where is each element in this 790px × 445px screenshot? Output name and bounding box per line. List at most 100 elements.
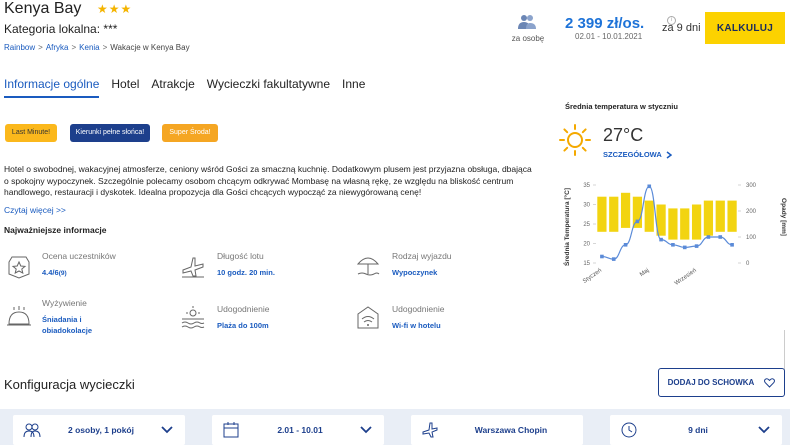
breadcrumb-rainbow[interactable]: Rainbow [4,43,35,52]
chevron-down-icon [360,426,372,434]
read-more-link[interactable]: Czytaj więcej >> [4,205,66,215]
persons-icon [23,423,41,438]
chart-ytick-right: 300 [746,183,757,189]
key-info-title: Najważniejsze informacje [4,225,107,235]
chart-ytick-left: 15 [583,261,590,267]
chart-bar [668,208,678,240]
chart-precip-point [671,243,675,247]
badge-last-minute[interactable]: Last Minute! [5,124,57,142]
chart-bar [703,200,714,236]
chart-bar [620,192,631,228]
breadcrumb-afryka[interactable]: Afryka [46,43,69,52]
rating-value: 4.4/6(9) [42,267,67,279]
chart-precip-point [706,235,711,239]
flight-value: 10 godz. 20 min. [217,268,275,277]
breadcrumb-kenia[interactable]: Kenia [79,43,99,52]
chart-precip-point [623,243,628,247]
beach-umbrella-icon [356,257,380,276]
hotel-description: Hotel o swobodnej, wakacyjnej atmosferze… [4,164,532,197]
wifi-icon [357,306,379,329]
persons-icon [518,15,536,29]
rating-label: Ocena uczestników [42,251,116,261]
calendar-icon [223,422,239,438]
rating-score: 4.4/6 [42,268,59,277]
chart-xtick-label: Wrzesień [674,268,698,287]
chart-bar [691,204,702,240]
breadcrumb-current: Wakacje w Kenya Bay [110,43,190,52]
chart-ytick-right: 200 [746,209,757,215]
tab-other[interactable]: Inne [342,77,365,98]
persons-dropdown[interactable]: 2 osoby, 1 pokój [13,415,185,445]
rating-star-icon [8,256,30,279]
chart-precip-point [730,243,734,247]
breadcrumb-separator: > [102,43,108,52]
tab-attractions[interactable]: Atrakcje [151,77,194,98]
chart-ytick-left: 25 [583,222,590,228]
trip-type-label: Rodzaj wyjazdu [392,251,452,261]
chart-bar [727,200,737,232]
badge-super-wednesday[interactable]: Super Środa! [162,124,218,142]
chart-precip-point [682,245,687,250]
flight-label: Długość lotu [217,251,264,261]
chart-precip-point [718,235,723,239]
rating-count: (9) [58,270,67,277]
weather-details-link[interactable]: SZCZEGÓŁOWA [603,150,672,159]
airport-value: Warszawa Chopin [474,425,548,435]
chart-ytick-left: 35 [583,183,590,189]
chart-xtick-label: Styczeń [582,268,603,285]
chart-ytick-left: 30 [583,203,590,209]
breadcrumb: Rainbow > Afryka > Kenia > Wakacje w Ken… [4,43,190,52]
duration-dropdown[interactable]: 9 dni [610,415,782,445]
beach-label: Udogodnienie [217,304,270,314]
tab-excursions[interactable]: Wycieczki fakultatywne [207,77,330,98]
sea-sun-icon [181,306,205,329]
weather-title: Średnia temperatura w styczniu [565,102,678,111]
chart-precip-point [647,184,652,189]
price: 2 399 zł/os. [565,15,645,32]
chart-bar [597,196,607,232]
persons-value: 2 osoby, 1 pokój [68,425,134,435]
add-to-clipboard-button[interactable]: DODAJ DO SCHOWKA [658,368,785,397]
trip-type-value: Wypoczynek [392,268,438,277]
beach-value: Plaża do 100m [217,321,269,330]
chart-bar [715,200,725,232]
chart-ylabel-left: Średnia Temperatura [°C] [562,188,571,266]
dates-dropdown[interactable]: 2.01 - 10.01 [212,415,384,445]
clock-icon [621,422,637,438]
wifi-value: Wi-fi w hotelu [392,321,441,330]
chart-precip-point [611,257,616,261]
chevron-down-icon [758,426,770,434]
price-dates: 02.01 - 10.01.2021 [575,32,643,41]
chart-ytick-right: 100 [746,235,757,241]
config-title: Konfiguracja wycieczki [4,377,135,392]
board-value: Śniadania i obiadokolacje [42,315,93,335]
airport-dropdown[interactable]: Warszawa Chopin [411,415,583,445]
breadcrumb-separator: > [38,43,43,52]
chart-precip-point [600,254,604,259]
sun-icon [559,124,591,156]
board-label: Wyżywienie [42,298,87,308]
duration-value: 9 dni [688,425,708,435]
badge-sunny-destinations[interactable]: Kierunki pełne słońca! [70,124,150,142]
heart-icon [764,377,776,388]
tab-hotel[interactable]: Hotel [111,77,139,98]
chart-bar [609,196,619,232]
wifi-label: Udogodnienie [392,304,445,314]
chevron-right-icon [666,151,672,159]
chart-ytick-left: 20 [583,242,590,248]
airplane-icon [422,422,438,438]
food-tray-icon [7,306,31,326]
breadcrumb-separator: > [71,43,77,52]
dates-value: 2.01 - 10.01 [277,425,323,435]
days-label: za 9 dni [662,22,701,34]
chart-ytick-right: 0 [746,261,750,267]
calculate-button[interactable]: KALKULUJ [705,12,785,44]
local-category: Kategoria lokalna: *** [4,22,118,36]
hotel-name: Kenya Bay [4,0,82,17]
tab-general-info[interactable]: Informacje ogólne [4,77,100,98]
chart-xtick-label: Maj [639,268,650,278]
chart-precip-point [659,237,663,242]
temperature: 27°C [603,125,644,145]
airplane-icon [182,257,204,278]
chart-bar [644,200,654,232]
